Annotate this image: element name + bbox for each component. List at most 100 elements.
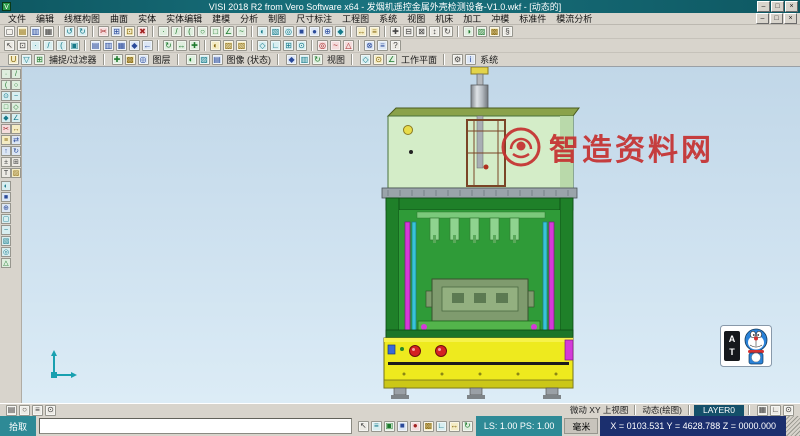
view-previous-icon[interactable]: ← — [142, 40, 153, 51]
tab-views[interactable]: 视图 — [327, 53, 345, 66]
ellipse-tool-icon[interactable]: ⊙ — [1, 91, 11, 101]
layer-visibility-icon[interactable]: ◎ — [138, 54, 149, 65]
close-button[interactable]: × — [785, 1, 798, 12]
dynamic-zoom-icon[interactable]: ✚ — [189, 40, 200, 51]
window-select-icon[interactable]: ⊡ — [17, 40, 28, 51]
view-mode-label[interactable]: 微动 XY 上视图 — [568, 404, 630, 416]
mirror-tool-icon[interactable]: ⇄ — [11, 135, 21, 145]
measure-quick-icon[interactable]: ↔ — [449, 421, 460, 432]
boolean-tool-icon[interactable]: ⊕ — [1, 203, 11, 213]
save-icon[interactable]: ▥ — [30, 26, 41, 37]
menu-item[interactable]: 冲模 — [486, 12, 514, 25]
doc-info-icon[interactable]: ▤ — [6, 405, 17, 416]
options-icon[interactable]: § — [502, 26, 513, 37]
menu-item[interactable]: 建模 — [207, 12, 235, 25]
point-icon[interactable]: · — [158, 26, 169, 37]
dynamic-pan-icon[interactable]: ↔ — [176, 40, 187, 51]
offset-tool-icon[interactable]: ≡ — [1, 135, 11, 145]
resize-grip[interactable] — [786, 416, 800, 436]
scale-tool-icon[interactable]: ± — [1, 157, 11, 167]
select-icon[interactable]: ↖ — [4, 40, 15, 51]
new-file-icon[interactable]: ▢ — [4, 26, 15, 37]
machine-model[interactable] — [22, 67, 800, 403]
shell-tool-icon[interactable]: ▢ — [1, 214, 11, 224]
snap-toggle-icon[interactable]: ⊙ — [783, 405, 794, 416]
pan-icon[interactable]: ↕ — [429, 26, 440, 37]
wireframe-view-icon[interactable]: ▨ — [476, 26, 487, 37]
tab-system[interactable]: 系统 — [480, 53, 498, 66]
curvature-icon[interactable]: ~ — [330, 40, 341, 51]
solid-cylinder-icon[interactable]: ● — [309, 26, 320, 37]
delete-icon[interactable]: ✖ — [137, 26, 148, 37]
boolean-icon[interactable]: ⊕ — [322, 26, 333, 37]
menu-item[interactable]: 编辑 — [31, 12, 59, 25]
magnet-icon[interactable]: U — [8, 54, 19, 65]
plane-xy-icon[interactable]: ◇ — [360, 54, 371, 65]
copy-icon[interactable]: ⊞ — [111, 26, 122, 37]
surface-icon[interactable]: ◐ — [257, 26, 268, 37]
line-icon[interactable]: / — [171, 26, 182, 37]
mdi-restore-button[interactable]: □ — [770, 13, 783, 24]
filter-icon[interactable]: ▽ — [21, 54, 32, 65]
menu-item[interactable]: 标准件 — [514, 12, 551, 25]
polygon-tool-icon[interactable]: ◇ — [11, 102, 21, 112]
surface-tool-icon[interactable]: ◐ — [1, 181, 11, 191]
move-tool-icon[interactable]: ↑ — [1, 146, 11, 156]
rectangle-tool-icon[interactable]: □ — [1, 102, 11, 112]
saved-views-icon[interactable]: ▥ — [299, 54, 310, 65]
command-input[interactable] — [39, 418, 352, 434]
revolve-icon[interactable]: ◎ — [283, 26, 294, 37]
gear-icon[interactable]: ⚙ — [452, 54, 463, 65]
units-indicator[interactable]: 毫米 — [564, 418, 598, 434]
fillet-tool-icon[interactable]: ◆ — [1, 113, 11, 123]
undo-icon[interactable]: ↺ — [64, 26, 75, 37]
grid-snap-icon[interactable]: ⊞ — [34, 54, 45, 65]
maximize-button[interactable]: □ — [771, 1, 784, 12]
menu-item[interactable]: 加工 — [458, 12, 486, 25]
workplane-icon[interactable]: ◇ — [257, 40, 268, 51]
fillet-icon[interactable]: ◆ — [335, 26, 346, 37]
circle-tool-icon[interactable]: ○ — [11, 80, 21, 90]
render-wireframe-icon[interactable]: ▨ — [223, 40, 234, 51]
arc-tool-icon[interactable]: ( — [1, 80, 11, 90]
menu-item[interactable]: 系统 — [374, 12, 402, 25]
polyline-icon[interactable]: ∠ — [223, 26, 234, 37]
print-icon[interactable]: ▦ — [43, 26, 54, 37]
refresh-icon[interactable]: ↻ — [462, 421, 473, 432]
spline-tool-icon[interactable]: ~ — [11, 91, 21, 101]
plane-origin-icon[interactable]: ⊙ — [373, 54, 384, 65]
menu-item[interactable]: 机床 — [430, 12, 458, 25]
open-file-icon[interactable]: ▤ — [17, 26, 28, 37]
filter-line-icon[interactable]: / — [43, 40, 54, 51]
menu-item[interactable]: 视图 — [402, 12, 430, 25]
filter-point-icon[interactable]: · — [30, 40, 41, 51]
dimension-icon[interactable]: ≡ — [369, 26, 380, 37]
tab-layers[interactable]: 图层 — [153, 53, 171, 66]
menu-item[interactable]: 实体 — [133, 12, 161, 25]
menu-item[interactable]: 实体编辑 — [161, 12, 207, 25]
sweep-tool-icon[interactable]: ~ — [1, 225, 11, 235]
zoom-out-icon[interactable]: ⊟ — [403, 26, 414, 37]
rotate-view-icon[interactable]: ↻ — [442, 26, 453, 37]
layer-manager-icon[interactable]: ▩ — [489, 26, 500, 37]
point-tool-icon[interactable]: · — [1, 69, 11, 79]
chamfer-tool-icon[interactable]: ∠ — [11, 113, 21, 123]
texture-icon[interactable]: ▨ — [199, 54, 210, 65]
grid-toggle-icon[interactable]: ▦ — [757, 405, 768, 416]
pin-icon[interactable]: ⊙ — [45, 405, 56, 416]
active-layer-badge[interactable]: LAYER0 — [694, 405, 744, 416]
loft-tool-icon[interactable]: ▧ — [1, 236, 11, 246]
dynamic-rotate-icon[interactable]: ↻ — [163, 40, 174, 51]
ucs-icon[interactable]: ∟ — [270, 40, 281, 51]
menu-item[interactable]: 尺寸标注 — [291, 12, 337, 25]
solid-box-icon[interactable]: ■ — [296, 26, 307, 37]
macro-icon[interactable]: ≡ — [32, 405, 43, 416]
spline-icon[interactable]: ~ — [236, 26, 247, 37]
grid-icon[interactable]: ⊞ — [283, 40, 294, 51]
layer-quick-icon[interactable]: ▩ — [423, 421, 434, 432]
face-mode-icon[interactable]: ▣ — [384, 421, 395, 432]
hatch-tool-icon[interactable]: ▨ — [11, 168, 21, 178]
chain-mode-icon[interactable]: ≡ — [371, 421, 382, 432]
snap-icon[interactable]: ⊙ — [296, 40, 307, 51]
menu-item[interactable]: 模流分析 — [551, 12, 597, 25]
